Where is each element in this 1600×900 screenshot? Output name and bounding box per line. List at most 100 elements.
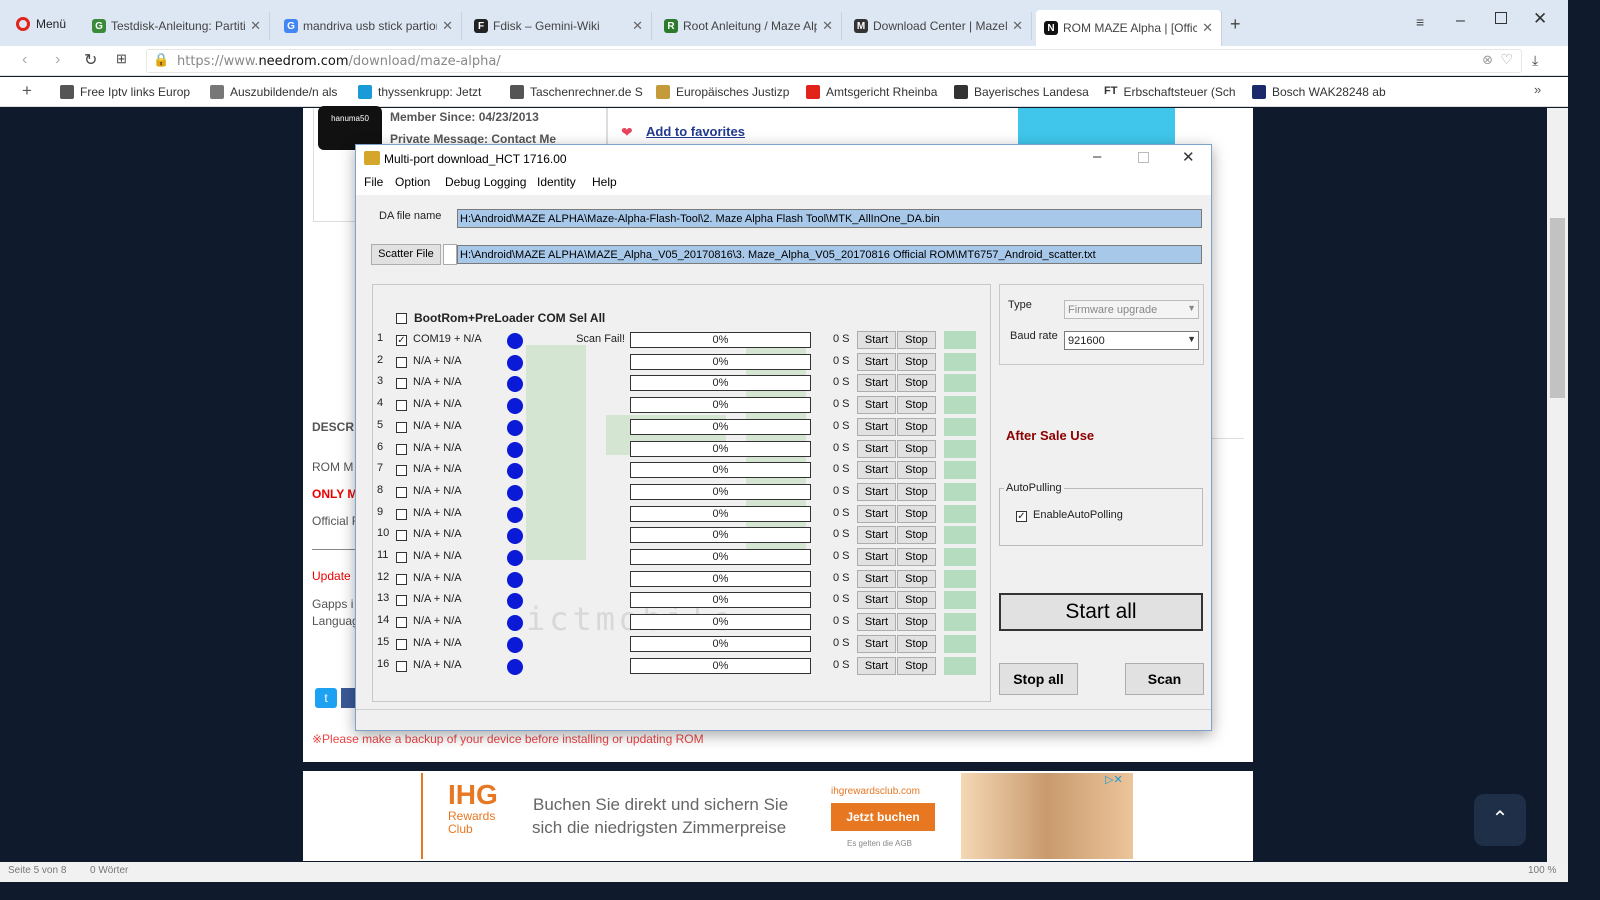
port-start-button[interactable]: Start: [857, 417, 896, 436]
port-stop-button[interactable]: Stop: [897, 417, 936, 436]
bookmark-item[interactable]: Bayerisches Landesa: [954, 85, 1089, 99]
back-icon[interactable]: ‹: [22, 51, 27, 69]
opera-menu-button[interactable]: Menü: [16, 17, 66, 31]
port-stop-button[interactable]: Stop: [897, 656, 936, 675]
port-stop-button[interactable]: Stop: [897, 331, 936, 349]
port-checkbox[interactable]: [396, 400, 407, 412]
port-stop-button[interactable]: Stop: [897, 482, 936, 501]
close-tab-icon[interactable]: ✕: [822, 18, 833, 34]
scatter-file-field[interactable]: H:\Android\MAZE ALPHA\MAZE_Alpha_V05_201…: [457, 245, 1202, 264]
ad-banner[interactable]: IHG Rewards Club Buchen Sie direkt und s…: [303, 771, 1253, 861]
port-start-button[interactable]: Start: [857, 526, 896, 545]
close-tab-icon[interactable]: ✕: [1202, 20, 1213, 36]
speed-dial-icon[interactable]: ⊞: [116, 51, 127, 67]
da-file-field[interactable]: H:\Android\MAZE ALPHA\Maze-Alpha-Flash-T…: [457, 209, 1202, 228]
menu-debug-logging[interactable]: Debug Logging: [445, 175, 526, 189]
minimize-icon[interactable]: –: [1093, 148, 1101, 165]
tab-3[interactable]: F Fdisk – Gemini-Wiki ✕: [466, 12, 652, 40]
bookmark-item[interactable]: Taschenrechner.de S: [510, 85, 643, 99]
tab-1[interactable]: G Testdisk-Anleitung: Partitio ✕: [84, 12, 270, 40]
baud-rate-select[interactable]: 921600 ▼: [1064, 331, 1199, 350]
close-tab-icon[interactable]: ✕: [442, 18, 453, 34]
port-stop-button[interactable]: Stop: [897, 526, 936, 545]
port-start-button[interactable]: Start: [857, 548, 896, 566]
port-checkbox[interactable]: [396, 530, 407, 542]
port-checkbox[interactable]: [396, 660, 407, 672]
type-select[interactable]: Firmware upgrade ▼: [1064, 300, 1199, 319]
port-stop-button[interactable]: Stop: [897, 634, 936, 653]
scroll-top-icon[interactable]: ⌃: [1474, 794, 1526, 846]
tab-menu-icon[interactable]: ≡: [1416, 14, 1424, 30]
port-start-button[interactable]: Start: [857, 331, 896, 349]
minimize-icon[interactable]: –: [1456, 12, 1465, 30]
port-start-button[interactable]: Start: [857, 482, 896, 501]
forward-icon[interactable]: ›: [55, 51, 60, 69]
menu-identity[interactable]: Identity: [537, 175, 576, 189]
port-checkbox[interactable]: [396, 465, 407, 477]
facebook-icon[interactable]: [341, 688, 355, 708]
bookmark-item[interactable]: Free Iptv links Europ: [60, 85, 190, 99]
ad-cta-button[interactable]: Jetzt buchen: [831, 803, 935, 831]
port-stop-button[interactable]: Stop: [897, 504, 936, 523]
scatter-file-button[interactable]: Scatter File: [371, 244, 441, 265]
tab-6[interactable]: N ROM MAZE Alpha | [Offici ✕: [1036, 10, 1222, 46]
port-checkbox[interactable]: [396, 508, 407, 520]
port-stop-button[interactable]: Stop: [897, 461, 936, 480]
close-tab-icon[interactable]: ✕: [632, 18, 643, 34]
bookmark-item[interactable]: Auszubildende/n als: [210, 85, 337, 99]
port-start-button[interactable]: Start: [857, 591, 896, 610]
start-all-button[interactable]: Start all: [999, 593, 1203, 631]
port-checkbox[interactable]: [396, 486, 407, 498]
port-start-button[interactable]: Start: [857, 613, 896, 632]
reload-icon[interactable]: ↻: [84, 50, 97, 70]
port-checkbox[interactable]: [396, 638, 407, 650]
menu-file[interactable]: File: [364, 175, 383, 189]
port-checkbox[interactable]: [396, 552, 407, 563]
tab-2[interactable]: Gmandriva usb stick partion ✕: [276, 12, 462, 40]
port-start-button[interactable]: Start: [857, 374, 896, 393]
port-checkbox[interactable]: ✓: [396, 335, 407, 346]
add-bookmark-icon[interactable]: +: [22, 81, 32, 101]
bookmark-item[interactable]: Bosch WAK28248 ab: [1252, 85, 1386, 99]
scan-button[interactable]: Scan: [1125, 663, 1204, 695]
close-tab-icon[interactable]: ✕: [1012, 18, 1023, 34]
more-bookmarks-icon[interactable]: »: [1534, 82, 1541, 97]
scrollbar-thumb[interactable]: [1550, 218, 1565, 398]
port-stop-button[interactable]: Stop: [897, 374, 936, 393]
select-all-checkbox[interactable]: [396, 313, 407, 324]
bookmark-item[interactable]: thyssenkrupp: Jetzt: [358, 85, 481, 99]
port-start-button[interactable]: Start: [857, 396, 896, 415]
port-stop-button[interactable]: Stop: [897, 548, 936, 566]
menu-option[interactable]: Option: [395, 175, 430, 189]
port-stop-button[interactable]: Stop: [897, 396, 936, 415]
port-checkbox[interactable]: [396, 617, 407, 629]
tab-5[interactable]: M Download Center | MazeM ✕: [846, 12, 1032, 40]
url-input[interactable]: 🔒 https://www.needrom.com/download/maze-…: [146, 49, 1522, 73]
port-checkbox[interactable]: [396, 421, 407, 433]
heart-icon[interactable]: ♡: [1500, 52, 1513, 68]
port-start-button[interactable]: Start: [857, 461, 896, 480]
port-stop-button[interactable]: Stop: [897, 439, 936, 458]
port-start-button[interactable]: Start: [857, 504, 896, 523]
port-start-button[interactable]: Start: [857, 569, 896, 588]
port-start-button[interactable]: Start: [857, 656, 896, 675]
port-start-button[interactable]: Start: [857, 352, 896, 371]
close-tab-icon[interactable]: ✕: [250, 18, 261, 34]
port-stop-button[interactable]: Stop: [897, 352, 936, 371]
close-icon[interactable]: ✕: [1182, 148, 1195, 166]
block-icon[interactable]: ⊗: [1482, 53, 1493, 68]
twitter-icon[interactable]: t: [315, 688, 337, 708]
close-window-icon[interactable]: ✕: [1533, 9, 1547, 29]
bookmark-item[interactable]: Europäisches Justizp: [656, 85, 789, 99]
port-stop-button[interactable]: Stop: [897, 569, 936, 588]
menu-help[interactable]: Help: [592, 175, 617, 189]
add-to-favorites-link[interactable]: Add to favorites: [646, 124, 745, 139]
port-checkbox[interactable]: [396, 356, 407, 368]
new-tab-icon[interactable]: +: [1230, 14, 1241, 35]
download-icon[interactable]: ⤓: [1532, 52, 1538, 69]
adchoices-icon[interactable]: ▷✕: [1105, 773, 1123, 786]
port-checkbox[interactable]: [396, 443, 407, 455]
enable-autopolling-checkbox[interactable]: ✓: [1016, 511, 1027, 522]
bookmark-item[interactable]: FT Erbschaftsteuer (Sch: [1104, 85, 1236, 99]
port-checkbox[interactable]: [396, 573, 407, 585]
